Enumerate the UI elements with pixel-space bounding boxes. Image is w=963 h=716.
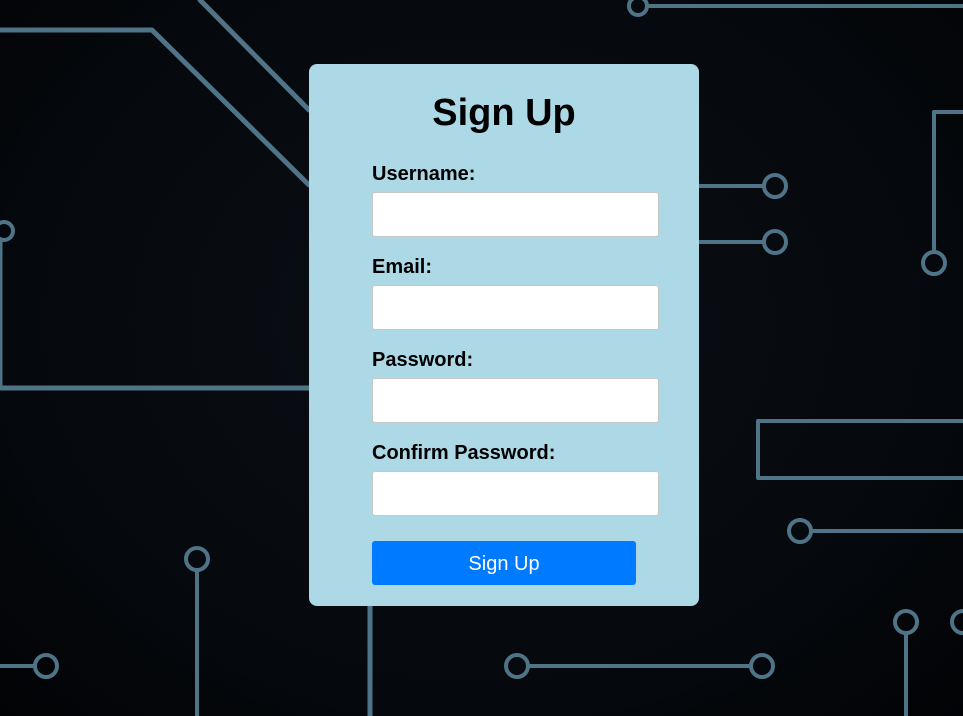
username-label: Username: bbox=[372, 163, 476, 185]
email-input[interactable] bbox=[372, 285, 659, 330]
password-input[interactable] bbox=[372, 378, 659, 423]
password-label: Password: bbox=[372, 349, 474, 371]
signup-card: Sign Up Username: Email: Password: Confi… bbox=[309, 64, 699, 606]
sign-up-button[interactable]: Sign Up bbox=[372, 541, 636, 585]
confirm-password-input[interactable] bbox=[372, 471, 659, 516]
form-title: Sign Up bbox=[432, 92, 576, 134]
email-label: Email: bbox=[372, 256, 433, 278]
page-background: Sign Up Username: Email: Password: Confi… bbox=[0, 0, 963, 716]
confirm-password-label: Confirm Password: bbox=[372, 442, 556, 464]
username-input[interactable] bbox=[372, 192, 659, 237]
